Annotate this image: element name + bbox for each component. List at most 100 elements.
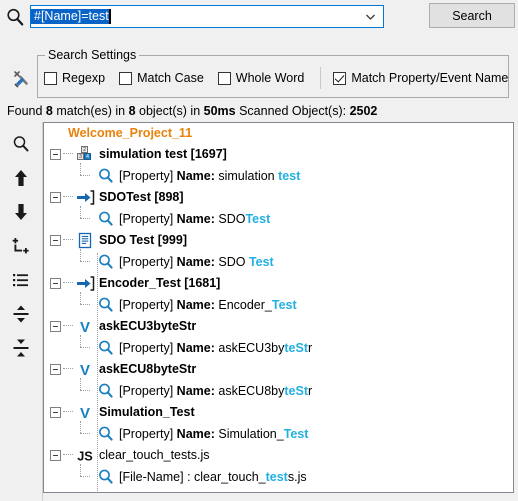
tree-node-label: clear_touch_tests.js (99, 448, 210, 462)
child-tag: [Property] (119, 426, 174, 441)
child-match: Test (245, 211, 271, 226)
tree-node-label: askECU3byteStr (99, 319, 197, 333)
tree-child-row[interactable]: [Property] Name: SDO Test (44, 248, 513, 272)
child-tag: [Property] (119, 340, 174, 355)
magnifier-icon (96, 252, 115, 271)
expander-toggle[interactable] (50, 277, 61, 289)
tree-root-row[interactable]: Welcome_Project_11 (44, 123, 513, 143)
child-key: Name: (176, 254, 215, 269)
child-pre: clear_touch_ (190, 469, 266, 484)
tree-node-row[interactable]: V Simulation_Test (44, 401, 513, 423)
arrow-down-icon[interactable] (7, 198, 35, 226)
tree-node-row[interactable]: SDOTest [898] (44, 186, 513, 208)
expander-toggle[interactable] (50, 191, 61, 203)
tree-connector (76, 205, 94, 228)
list-icon[interactable] (7, 266, 35, 294)
child-key: Name: (176, 211, 215, 226)
tree-node-row[interactable]: 2 3 4 simulation test [1697] (44, 143, 513, 165)
tree-connector (76, 420, 94, 443)
chevron-down-icon[interactable] (364, 6, 377, 27)
tree-child-row[interactable]: [Property] Name: simulation test (44, 162, 513, 186)
expander-toggle[interactable] (50, 148, 61, 160)
child-tag: [Property] (119, 168, 174, 183)
tree-node-label: simulation test [1697] (99, 147, 227, 161)
results-tree: Welcome_Project_11 2 3 4 simulation test… (44, 123, 513, 492)
tree-connector (63, 368, 73, 370)
js-icon: JS (75, 446, 95, 464)
tree-node-row[interactable]: Encoder_Test [1681] (44, 272, 513, 294)
tree-child-text: [Property] Name: SDO Test (119, 255, 274, 269)
tree-child-row[interactable]: [Property] Name: SDOTest (44, 205, 513, 229)
tree-connector (63, 196, 73, 198)
child-post: s.js (287, 469, 307, 484)
checkbox-match-property-event-name[interactable]: Match Property/Event Name (333, 71, 508, 85)
svg-text:V: V (80, 319, 90, 335)
tree-child-text: [Property] Name: SDOTest (119, 212, 270, 226)
child-key: Name: (176, 168, 215, 183)
tree-child-row[interactable]: [File-Name] : clear_touch_tests.js (44, 463, 513, 487)
tree-child-text: [File-Name] : clear_touch_tests.js (119, 470, 307, 484)
expander-toggle[interactable] (50, 320, 61, 332)
checkbox-regexp[interactable]: Regexp (44, 71, 105, 85)
tree-node-row[interactable]: SDO Test [999] (44, 229, 513, 251)
tree-child-text: [Property] Name: Encoder_Test (119, 298, 297, 312)
find-icon[interactable] (7, 130, 35, 158)
status-mid-1: match(es) in (52, 104, 129, 118)
expander-toggle[interactable] (50, 234, 61, 246)
arrow-up-icon[interactable] (7, 164, 35, 192)
tree-child-text: [Property] Name: simulation test (119, 169, 300, 183)
tree-connector (76, 162, 94, 185)
tree-child-row[interactable]: [Property] Name: Simulation_Test (44, 420, 513, 444)
magnifier-icon (96, 209, 115, 228)
tree-node-row[interactable]: V askECU8byteStr (44, 358, 513, 380)
magnifier-icon (96, 381, 115, 400)
child-post: r (308, 383, 313, 398)
expander-toggle[interactable] (50, 406, 61, 418)
tree-connector (63, 325, 73, 327)
tree-node-row[interactable]: JS clear_touch_tests.js (44, 444, 513, 466)
tree-child-row[interactable]: [Property] Name: askECU8byteStr (44, 377, 513, 401)
options-divider (320, 67, 322, 89)
checkbox-box[interactable] (44, 71, 57, 85)
checkbox-whole-word[interactable]: Whole Word (217, 71, 305, 85)
svg-text:V: V (80, 362, 90, 378)
tree-connector (76, 334, 94, 357)
expand-all-icon[interactable] (7, 300, 35, 328)
checkbox-label: Match Case (137, 71, 204, 85)
search-input[interactable]: #[Name]=test (31, 9, 109, 24)
checkbox-box[interactable] (119, 71, 133, 85)
tree-node-row[interactable]: V askECU3byteStr (44, 315, 513, 337)
child-pre: SDO (214, 254, 249, 269)
arrow-into-bracket-icon (75, 274, 95, 292)
status-line: Found 8 match(es) in 8 object(s) in 50ms… (7, 104, 377, 118)
tree-child-text: [Property] Name: askECU3byteStr (119, 341, 312, 355)
checkbox-box[interactable] (217, 71, 231, 85)
checkbox-match-case[interactable]: Match Case (119, 71, 204, 85)
status-prefix: Found (7, 104, 46, 118)
child-tag: [Property] (119, 383, 174, 398)
collapse-all-icon[interactable] (7, 334, 35, 362)
status-mid-2: object(s) in (135, 104, 204, 118)
child-match: Test (248, 254, 274, 269)
child-post: r (308, 340, 313, 355)
text-caret (108, 9, 111, 24)
status-match-count: 8 (45, 104, 53, 118)
svg-text:JS: JS (77, 448, 93, 463)
expander-toggle[interactable] (50, 449, 61, 461)
child-pre: askECU8by (214, 383, 285, 398)
v-icon: V (75, 317, 95, 335)
tree-root-label: Welcome_Project_11 (68, 126, 193, 140)
child-tag: [Property] (119, 254, 174, 269)
search-combobox[interactable]: #[Name]=test (30, 5, 384, 28)
tree-connector (63, 153, 73, 155)
expand-node-icon[interactable] (7, 232, 35, 260)
expander-toggle[interactable] (50, 363, 61, 375)
tree-child-row[interactable]: [Property] Name: askECU3byteStr (44, 334, 513, 358)
tree-connector (63, 282, 73, 284)
tree-child-row[interactable]: [Property] Name: Encoder_Test (44, 291, 513, 315)
child-pre: simulation (214, 168, 279, 183)
search-button[interactable]: Search (429, 3, 515, 28)
checkbox-label: Whole Word (235, 71, 305, 85)
results-tree-panel[interactable]: Welcome_Project_11 2 3 4 simulation test… (43, 122, 514, 493)
checkbox-box[interactable] (333, 71, 347, 85)
